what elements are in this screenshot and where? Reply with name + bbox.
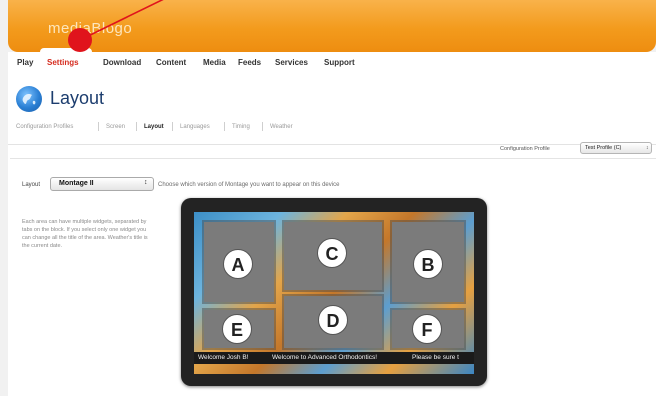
annotation-marker xyxy=(68,28,92,52)
annotation-arrow xyxy=(79,0,164,41)
